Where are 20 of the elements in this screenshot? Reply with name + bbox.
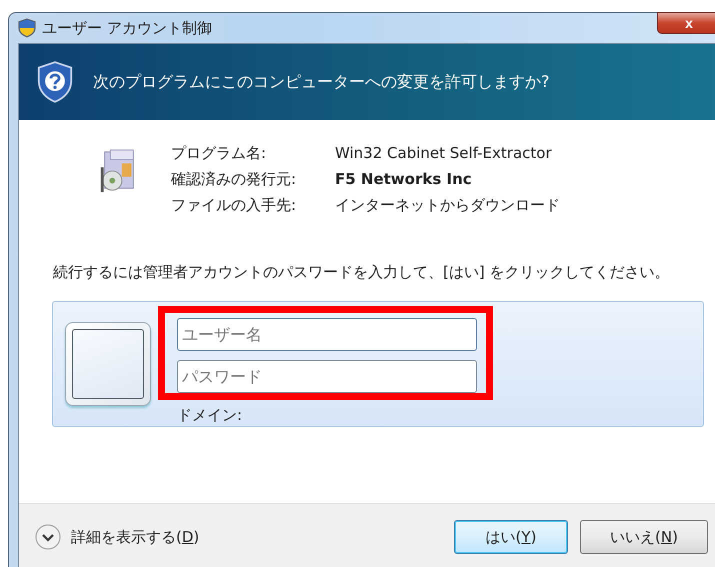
help-shield-icon	[37, 61, 73, 103]
dialog-button[interactable]: いいえ(N)	[580, 520, 708, 554]
dialog-button[interactable]: はい(Y)	[454, 520, 568, 554]
domain-label: ドメイン:	[177, 406, 244, 425]
info-label: ファイルの入手先:	[171, 196, 298, 215]
info-value: インターネットからダウンロード	[335, 196, 560, 215]
banner-question: 次のプログラムにこのコンピューターへの変更を許可しますか?	[93, 72, 550, 92]
info-value: Win32 Cabinet Self-Extractor	[335, 144, 552, 163]
prompt-text: 続行するには管理者アカウントのパスワードを入力して、[はい] をクリックしてください。	[53, 262, 670, 283]
chevron-icon	[35, 524, 61, 550]
user-tile-icon	[65, 322, 151, 406]
close-button[interactable]: x	[657, 12, 715, 34]
password-field[interactable]: パスワード	[177, 360, 477, 393]
username-field[interactable]: ユーザー名	[177, 318, 477, 351]
info-label: プログラム名:	[171, 144, 268, 163]
info-value: F5 Networks Inc	[335, 170, 472, 189]
shield-icon	[18, 18, 36, 38]
info-label: 確認済みの発行元:	[171, 170, 298, 189]
details-toggle[interactable]: 詳細を表示する(D)	[35, 524, 200, 550]
window-title: ユーザー アカウント制御	[42, 18, 212, 38]
